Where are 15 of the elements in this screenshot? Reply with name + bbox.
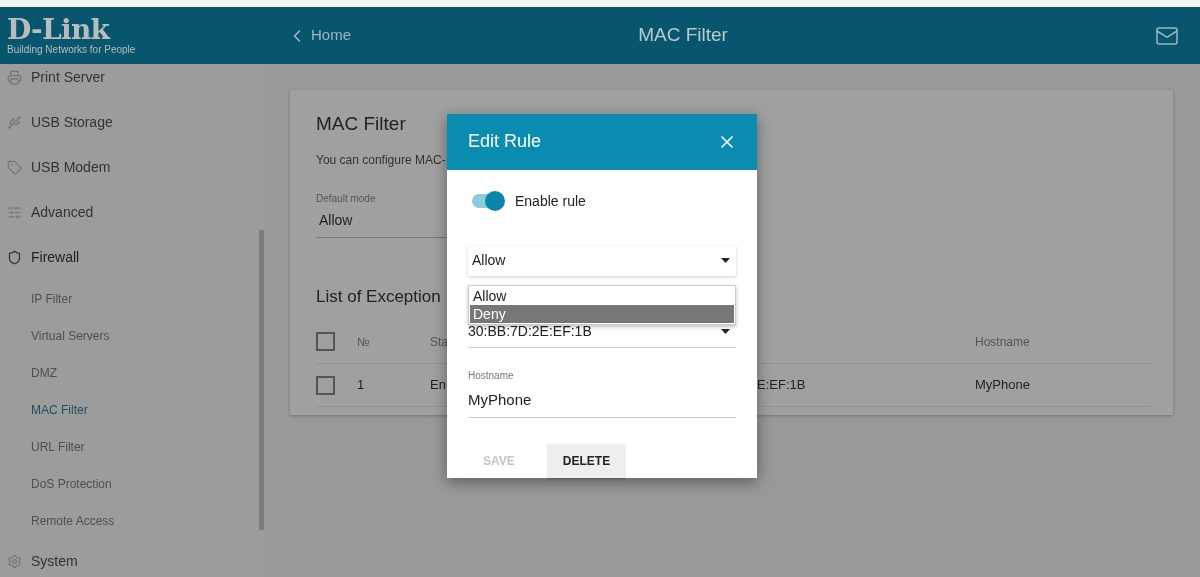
card-title: MAC Filter — [316, 112, 406, 136]
logo-tagline: Building Networks for People — [7, 45, 137, 55]
column-header: № — [357, 333, 371, 351]
dialog-title: Edit Rule — [468, 130, 542, 154]
logo-title: D-Link — [7, 16, 111, 44]
field-label: Default mode — [316, 191, 376, 206]
page-title: MAC Filter — [638, 23, 728, 48]
table-cell-text: MyPhone — [975, 376, 1031, 395]
column-header: Hostname — [975, 333, 1031, 351]
column-header: Sta — [430, 333, 449, 351]
table-cell-text: 1 — [357, 376, 366, 395]
section-title: List of Exception — [316, 285, 441, 308]
toggle-label: Enable rule — [515, 191, 586, 211]
table-cell-text: E:EF:1B — [757, 376, 807, 395]
card-description: You can configure MAC- — [316, 151, 446, 169]
